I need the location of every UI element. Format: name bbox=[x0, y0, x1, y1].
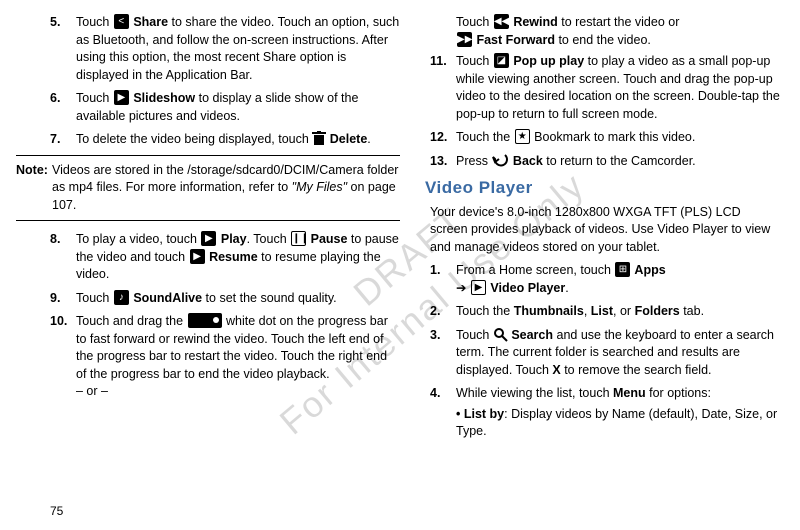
step-body: Touch and drag the white dot on the prog… bbox=[76, 313, 400, 401]
step-number: 3. bbox=[430, 327, 456, 380]
note-label: Note: bbox=[16, 162, 52, 215]
step-8: 8. To play a video, touch ▶ Play. Touch … bbox=[50, 231, 400, 284]
video-player-intro: Your device's 8.0-inch 1280x800 WXGA TFT… bbox=[430, 204, 780, 257]
step-number: 9. bbox=[50, 290, 76, 308]
step-number: 12. bbox=[430, 129, 456, 147]
progress-dot-icon bbox=[188, 313, 222, 328]
step-body: Press Back to return to the Camcorder. bbox=[456, 153, 780, 171]
note-block: Note: Videos are stored in the /storage/… bbox=[16, 155, 400, 222]
step-number: 4. bbox=[430, 385, 456, 441]
fast-forward-icon: ▶▶ bbox=[457, 32, 472, 47]
search-icon bbox=[493, 327, 508, 342]
rewind-ff-line: Touch ◀◀ Rewind to restart the video or … bbox=[456, 14, 780, 49]
popup-play-icon: ◪ bbox=[494, 53, 509, 68]
back-icon bbox=[491, 153, 509, 168]
step-number: 2. bbox=[430, 303, 456, 321]
play-icon: ▶ bbox=[201, 231, 216, 246]
step-body: Touch Search and use the keyboard to ent… bbox=[456, 327, 780, 380]
step-number: 8. bbox=[50, 231, 76, 284]
step-5: 5. Touch < Share to share the video. Tou… bbox=[50, 14, 400, 84]
delete-icon bbox=[312, 131, 326, 146]
step-body: Touch ♪ SoundAlive to set the sound qual… bbox=[76, 290, 400, 308]
step-12: 12. Touch the ★ Bookmark to mark this vi… bbox=[430, 129, 780, 147]
step-9: 9. Touch ♪ SoundAlive to set the sound q… bbox=[50, 290, 400, 308]
right-column: Touch ◀◀ Rewind to restart the video or … bbox=[430, 14, 780, 447]
step-number: 5. bbox=[50, 14, 76, 84]
slideshow-icon: ▶ bbox=[114, 90, 129, 105]
soundalive-icon: ♪ bbox=[114, 290, 129, 305]
step-body: Touch ◪ Pop up play to play a video as a… bbox=[456, 53, 780, 123]
section-heading-video-player: Video Player bbox=[425, 176, 780, 200]
bookmark-icon: ★ bbox=[515, 129, 530, 144]
left-column: 5. Touch < Share to share the video. Tou… bbox=[50, 14, 400, 447]
step-number: 13. bbox=[430, 153, 456, 171]
step-body: From a Home screen, touch ⊞ Apps ➔ ▶ Vid… bbox=[456, 262, 780, 297]
step-number: 10. bbox=[50, 313, 76, 401]
vp-step-3: 3. Touch Search and use the keyboard to … bbox=[430, 327, 780, 380]
step-number: 11. bbox=[430, 53, 456, 123]
step-10: 10. Touch and drag the white dot on the … bbox=[50, 313, 400, 401]
step-number: 1. bbox=[430, 262, 456, 297]
content-columns: 5. Touch < Share to share the video. Tou… bbox=[0, 0, 800, 453]
step-body: Touch < Share to share the video. Touch … bbox=[76, 14, 400, 84]
apps-icon: ⊞ bbox=[615, 262, 630, 277]
step-number: 7. bbox=[50, 131, 76, 149]
step-body: Touch ▶ Slideshow to display a slide sho… bbox=[76, 90, 400, 125]
share-icon: < bbox=[114, 14, 129, 29]
vp-step-2: 2. Touch the Thumbnails, List, or Folder… bbox=[430, 303, 780, 321]
step-7: 7. To delete the video being displayed, … bbox=[50, 131, 400, 149]
step-13: 13. Press Back to return to the Camcorde… bbox=[430, 153, 780, 171]
step-body: Touch the ★ Bookmark to mark this video. bbox=[456, 129, 780, 147]
note-body: Videos are stored in the /storage/sdcard… bbox=[52, 162, 400, 215]
step-11: 11. Touch ◪ Pop up play to play a video … bbox=[430, 53, 780, 123]
or-divider: – or – bbox=[76, 383, 400, 401]
step-body: Touch the Thumbnails, List, or Folders t… bbox=[456, 303, 780, 321]
step-body: While viewing the list, touch Menu for o… bbox=[456, 385, 780, 441]
step-number: 6. bbox=[50, 90, 76, 125]
video-player-icon: ▶ bbox=[471, 280, 486, 295]
rewind-icon: ◀◀ bbox=[494, 14, 509, 29]
step-body: To delete the video being displayed, tou… bbox=[76, 131, 400, 149]
page-number: 75 bbox=[50, 503, 63, 520]
list-by-bullet: • List by: Display videos by Name (defau… bbox=[456, 406, 780, 441]
step-body: To play a video, touch ▶ Play. Touch ❙❙ … bbox=[76, 231, 400, 284]
step-6: 6. Touch ▶ Slideshow to display a slide … bbox=[50, 90, 400, 125]
pause-icon: ❙❙ bbox=[291, 231, 306, 246]
vp-step-1: 1. From a Home screen, touch ⊞ Apps ➔ ▶ … bbox=[430, 262, 780, 297]
resume-icon: ▶ bbox=[190, 249, 205, 264]
vp-step-4: 4. While viewing the list, touch Menu fo… bbox=[430, 385, 780, 441]
